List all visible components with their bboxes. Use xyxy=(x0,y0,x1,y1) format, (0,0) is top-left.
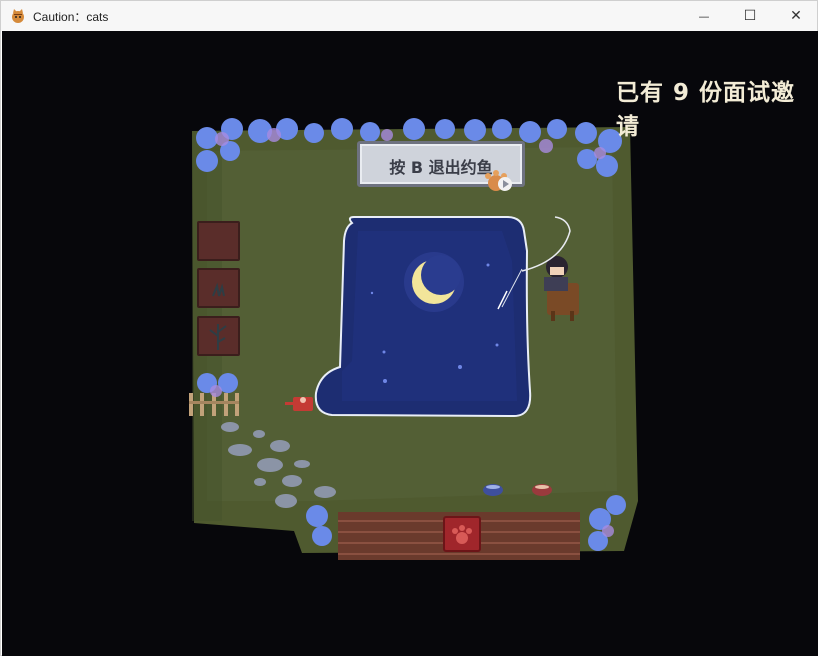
cat-app-icon xyxy=(12,9,24,23)
sprout-icon xyxy=(212,282,225,297)
exit-fishing-sign: 按 B 退出约鱼 xyxy=(357,141,525,191)
title-bar[interactable]: Caution：cats — ☐ ✕ xyxy=(1,1,817,31)
window-title: Caution：cats xyxy=(33,10,109,24)
garden-plot-2[interactable] xyxy=(197,268,240,308)
close-button[interactable]: ✕ xyxy=(773,1,818,31)
maximize-icon: ☐ xyxy=(743,8,757,24)
paw-icon xyxy=(452,525,472,544)
garden-plot-1[interactable] xyxy=(197,221,240,261)
game-canvas[interactable]: 按 B 退出约鱼 已有 9 份面试邀请 xyxy=(2,31,818,656)
interview-invitations-counter: 已有 9 份面试邀请 xyxy=(616,80,796,140)
garden-plot-3[interactable] xyxy=(197,316,240,356)
sprout-icon xyxy=(209,324,227,350)
minimize-icon: — xyxy=(698,9,710,23)
paw-icon xyxy=(485,170,512,191)
minimize-button[interactable]: — xyxy=(681,1,727,31)
maximize-button[interactable]: ☐ xyxy=(727,1,773,31)
game-window: Caution：cats — ☐ ✕ 按 B 退出约鱼 已有 9 份面试邀请 xyxy=(0,0,818,656)
moon-icon xyxy=(404,252,464,312)
paw-mat[interactable] xyxy=(443,516,481,552)
close-icon: ✕ xyxy=(790,8,802,24)
